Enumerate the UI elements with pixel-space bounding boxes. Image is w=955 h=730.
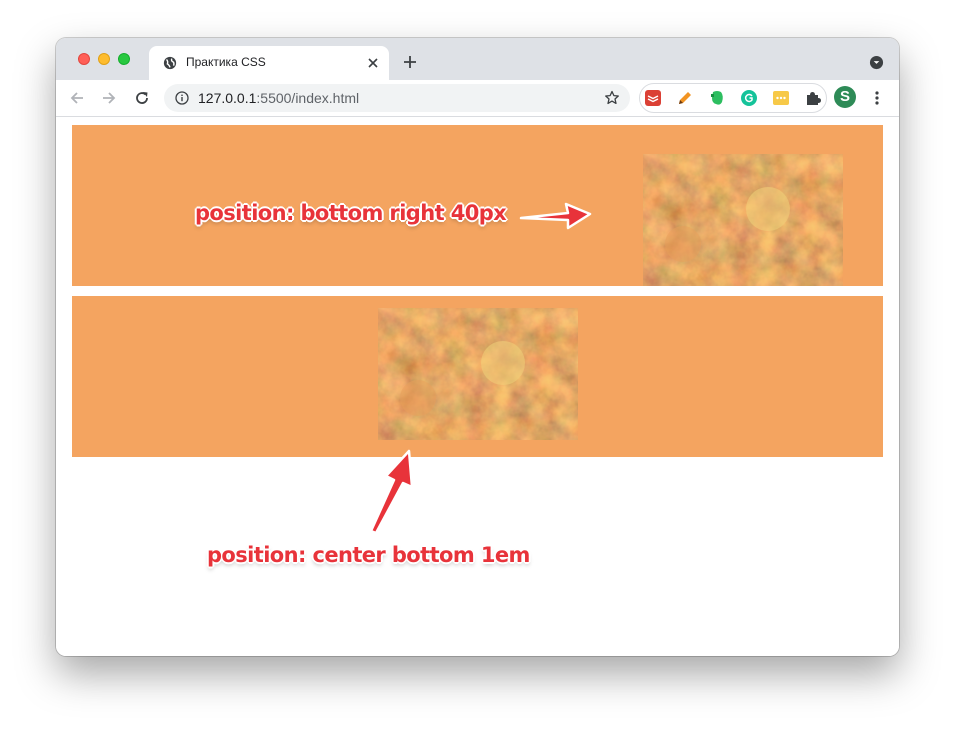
url-host: 127.0.0.1 (198, 90, 257, 106)
url-text: 127.0.0.1:5500/index.html (198, 90, 359, 106)
puzzle-extensions-icon[interactable] (804, 89, 822, 107)
back-arrow-icon[interactable] (68, 89, 86, 107)
autumn-texture-image (378, 308, 578, 440)
minimize-window-button[interactable] (98, 53, 110, 65)
site-info-icon[interactable] (175, 91, 189, 105)
page-viewport (56, 117, 899, 656)
maximize-window-button[interactable] (118, 53, 130, 65)
evernote-extension-icon[interactable] (708, 89, 726, 107)
browser-toolbar: 127.0.0.1:5500/index.html S (56, 80, 899, 117)
forward-arrow-icon[interactable] (100, 89, 118, 107)
autumn-texture-image (643, 154, 843, 286)
url-path: :5500/index.html (256, 90, 360, 106)
arrow-right-icon (519, 202, 592, 230)
annotation-bottom-right: position: bottom right 40px (195, 201, 507, 225)
title-bar: Практика CSS (56, 38, 899, 80)
tab-search-icon[interactable] (869, 55, 884, 70)
tab-title: Практика CSS (186, 55, 266, 69)
extensions-bar (639, 83, 827, 113)
address-bar[interactable]: 127.0.0.1:5500/index.html (164, 84, 630, 112)
profile-avatar[interactable]: S (834, 86, 856, 108)
bookmark-star-icon[interactable] (604, 90, 620, 106)
close-window-button[interactable] (78, 53, 90, 65)
arrow-up-icon (369, 449, 414, 535)
pencil-extension-icon[interactable] (676, 89, 694, 107)
close-tab-icon[interactable] (366, 56, 380, 70)
todoist-extension-icon[interactable] (644, 89, 662, 107)
new-tab-icon[interactable] (402, 54, 418, 70)
demo-box-center-bottom (72, 296, 883, 457)
dots-extension-icon[interactable] (772, 89, 790, 107)
annotation-center-bottom: position: center bottom 1em (207, 543, 530, 567)
globe-icon (163, 56, 177, 70)
more-menu-icon[interactable] (868, 89, 886, 107)
grammarly-extension-icon[interactable] (740, 89, 758, 107)
reload-icon[interactable] (133, 89, 151, 107)
browser-tab[interactable]: Практика CSS (149, 46, 389, 80)
